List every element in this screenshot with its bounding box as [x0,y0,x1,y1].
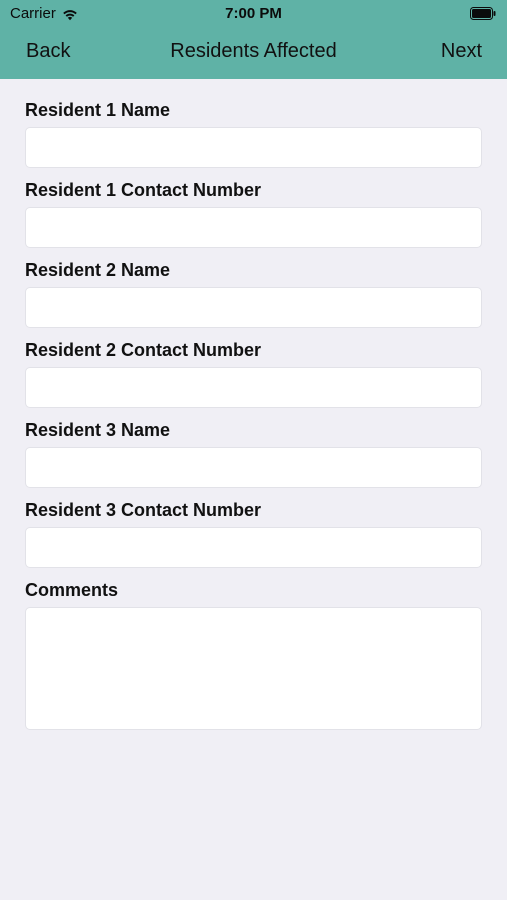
next-button[interactable]: Next [441,40,482,63]
comments-label: Comments [25,580,119,600]
navigation-header: Carrier 7:00 PM Back Residents Affected … [0,0,507,79]
battery-icon [470,7,496,20]
resident-2-contact-label: Resident 2 Contact Number [25,340,262,360]
status-bar: Carrier 7:00 PM [0,0,507,28]
status-time: 7:00 PM [225,5,282,22]
resident-3-name-input[interactable] [25,447,482,488]
comments-textarea[interactable] [25,607,482,730]
resident-3-contact-label: Resident 3 Contact Number [25,500,262,520]
resident-1-contact-label: Resident 1 Contact Number [25,180,262,200]
resident-2-name-label: Resident 2 Name [25,260,171,280]
resident-2-name-input[interactable] [25,287,482,328]
resident-1-name-label: Resident 1 Name [25,100,171,120]
resident-2-contact-input[interactable] [25,367,482,408]
page-title: Residents Affected [170,40,337,62]
resident-3-contact-input[interactable] [25,527,482,568]
nav-bar: Back Residents Affected Next [0,36,507,70]
residents-form: Resident 1 Name Resident 1 Contact Numbe… [25,99,482,730]
resident-1-name-input[interactable] [25,127,482,168]
resident-1-contact-input[interactable] [25,207,482,248]
resident-3-name-label: Resident 3 Name [25,420,171,440]
